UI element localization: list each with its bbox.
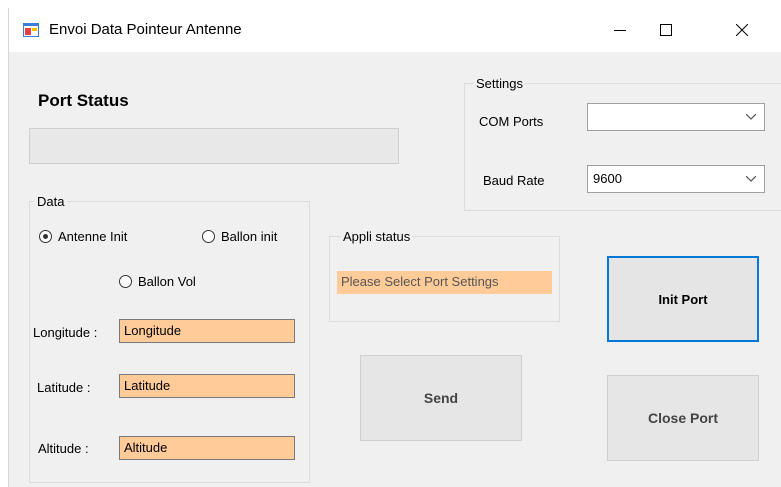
com-ports-combo[interactable] <box>587 103 765 131</box>
title-bar[interactable]: Envoi Data Pointeur Antenne <box>9 8 781 52</box>
close-button[interactable] <box>719 8 765 52</box>
latitude-label: Latitude : <box>37 380 91 395</box>
port-status-field <box>29 128 399 164</box>
close-port-button[interactable]: Close Port <box>607 375 759 461</box>
minimize-icon <box>614 30 626 31</box>
maximize-button[interactable] <box>643 8 689 52</box>
radio-antenne-init[interactable]: Antenne Init <box>39 229 127 244</box>
window-title: Envoi Data Pointeur Antenne <box>49 21 242 38</box>
app-icon <box>23 23 39 37</box>
latitude-field[interactable]: Latitude <box>119 374 295 398</box>
init-port-button[interactable]: Init Port <box>607 256 759 342</box>
close-icon <box>736 24 748 36</box>
radio-checked-icon <box>39 230 52 243</box>
maximize-icon <box>660 24 672 36</box>
minimize-button[interactable] <box>597 8 643 52</box>
altitude-label: Altitude : <box>38 441 89 456</box>
radio-ballon-vol[interactable]: Ballon Vol <box>119 274 196 289</box>
baud-rate-combo[interactable]: 9600 <box>587 165 765 193</box>
longitude-label: Longitude : <box>33 325 98 340</box>
radio-ballon-init[interactable]: Ballon init <box>202 229 277 244</box>
form-client-area: Port Status Settings COM Ports Baud Rate… <box>9 52 781 487</box>
altitude-field[interactable]: Altitude <box>119 436 295 460</box>
longitude-field[interactable]: Longitude <box>119 319 295 343</box>
radio-unchecked-icon <box>119 275 132 288</box>
data-group-label: Data <box>34 194 68 209</box>
appli-status-group-label: Appli status <box>341 229 413 244</box>
settings-group-label: Settings <box>474 76 525 91</box>
appli-status-field: Please Select Port Settings <box>337 271 552 294</box>
app-window: Envoi Data Pointeur Antenne Port Status … <box>8 8 781 487</box>
port-status-heading: Port Status <box>38 91 129 110</box>
radio-unchecked-icon <box>202 230 215 243</box>
chevron-down-icon <box>746 114 756 120</box>
com-ports-label: COM Ports <box>479 114 544 129</box>
send-button[interactable]: Send <box>360 355 522 441</box>
baud-rate-label: Baud Rate <box>483 173 545 188</box>
radio-antenne-init-label: Antenne Init <box>58 229 128 244</box>
radio-ballon-init-label: Ballon init <box>221 229 278 244</box>
radio-ballon-vol-label: Ballon Vol <box>138 274 196 289</box>
baud-rate-value: 9600 <box>593 171 622 186</box>
chevron-down-icon <box>746 176 756 182</box>
